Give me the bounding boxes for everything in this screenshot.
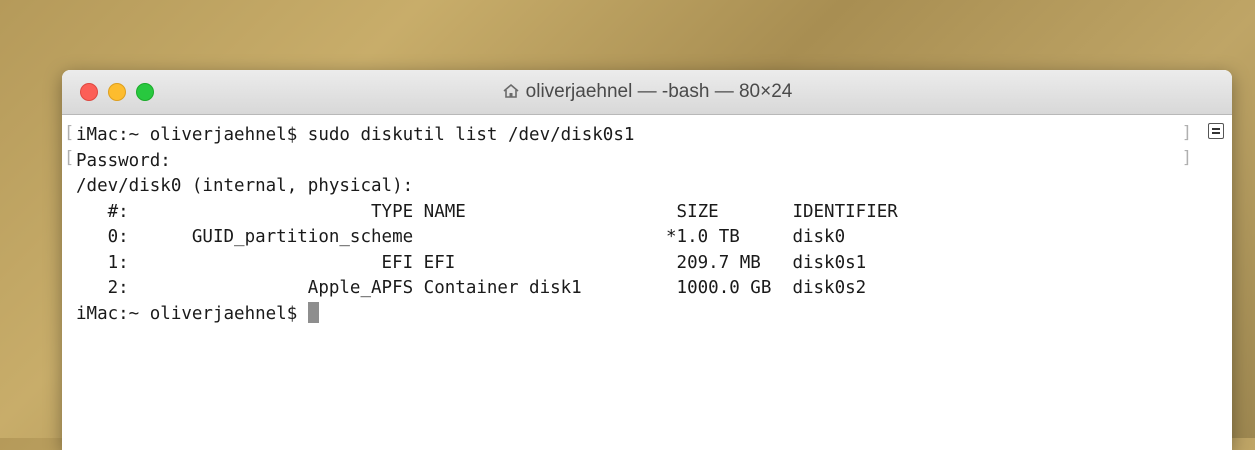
terminal-line: Password: [76, 150, 171, 171]
terminal-line: /dev/disk0 (internal, physical): [76, 176, 414, 196]
mark-bracket-icon: [ [64, 123, 75, 143]
home-icon [503, 83, 519, 98]
terminal-line: 2: Apple_APFS Container disk1 1000.0 GB … [76, 278, 867, 298]
mark-bracket-icon: ] [1181, 123, 1192, 143]
title-bar[interactable]: oliverjaehnel — -bash — 80×24 [62, 70, 1232, 115]
terminal-line: 0: GUID_partition_scheme *1.0 TB disk0 [76, 227, 846, 247]
mark-bracket-icon: [ [64, 148, 75, 168]
scroll-indicator-icon[interactable] [1208, 123, 1224, 139]
terminal-line: #: TYPE NAME SIZE IDENTIFIER [76, 201, 898, 222]
window-title-wrapper: oliverjaehnel — -bash — 80×24 [62, 81, 1232, 103]
terminal-window: oliverjaehnel — -bash — 80×24 iMac:~ oli… [62, 70, 1232, 450]
mark-bracket-icon: ] [1181, 148, 1192, 168]
terminal-output[interactable]: iMac:~ oliverjaehnel$ sudo diskutil list… [62, 115, 1202, 450]
terminal-prompt-line: iMac:~ oliverjaehnel$ [76, 301, 1188, 328]
window-title: oliverjaehnel — -bash — 80×24 [525, 81, 793, 102]
terminal-line: 1: EFI EFI 209.7 MB disk0s1 [76, 252, 867, 273]
terminal-line: iMac:~ oliverjaehnel$ sudo diskutil list… [76, 125, 635, 145]
text-cursor [307, 301, 319, 323]
